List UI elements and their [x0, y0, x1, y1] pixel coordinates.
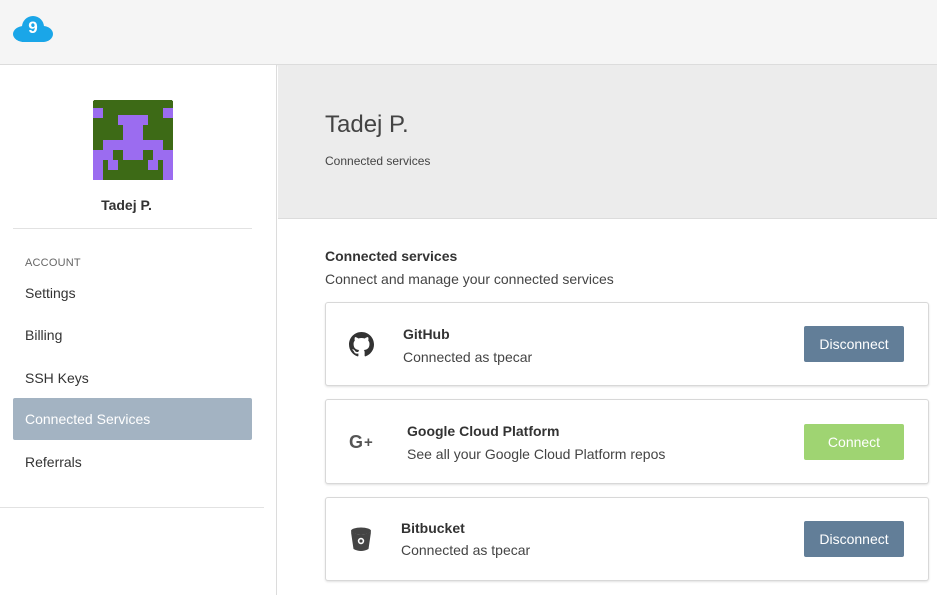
bitbucket-disconnect-button[interactable]: Disconnect — [804, 521, 904, 557]
section-title: Connected services — [325, 248, 458, 264]
content-area: Connected services Connect and manage yo… — [278, 219, 937, 595]
service-card-bitbucket: Bitbucket Connected as tpecar Disconnect — [325, 497, 929, 581]
service-status: See all your Google Cloud Platform repos — [407, 446, 666, 462]
service-card-google-cloud: G + Google Cloud Platform See all your G… — [325, 399, 929, 484]
page-title: Tadej P. — [325, 111, 409, 138]
cloud9-logo-icon[interactable]: 9 — [12, 15, 54, 43]
sidebar-item-referrals[interactable]: Referrals — [13, 441, 252, 483]
service-name: Bitbucket — [401, 520, 465, 536]
account-section-label: ACCOUNT — [25, 257, 81, 269]
sidebar-item-connected-services[interactable]: Connected Services — [13, 398, 252, 440]
google-cloud-connect-button[interactable]: Connect — [804, 424, 904, 460]
sidebar-item-billing[interactable]: Billing — [13, 314, 252, 356]
service-status: Connected as tpecar — [403, 349, 533, 365]
service-name: Google Cloud Platform — [407, 423, 560, 439]
bitbucket-icon — [351, 527, 371, 551]
google-plus-icon: G + — [349, 433, 373, 451]
page-subtitle: Connected services — [325, 154, 431, 168]
sidebar: Tadej P. ACCOUNT Settings Billing SSH Ke… — [0, 65, 277, 595]
sidebar-divider — [13, 228, 252, 229]
section-description: Connect and manage your connected servic… — [325, 271, 614, 287]
github-disconnect-button[interactable]: Disconnect — [804, 326, 904, 362]
svg-text:9: 9 — [28, 18, 37, 37]
avatar — [93, 100, 173, 180]
sidebar-item-ssh-keys[interactable]: SSH Keys — [13, 357, 252, 399]
sidebar-bottom-divider — [0, 507, 264, 508]
service-status: Connected as tpecar — [401, 542, 531, 558]
profile-name: Tadej P. — [101, 197, 152, 213]
github-icon — [349, 332, 374, 357]
svg-text:+: + — [364, 434, 373, 451]
service-name: GitHub — [403, 326, 450, 342]
page-header: Tadej P. Connected services — [278, 65, 937, 219]
top-header: 9 — [0, 0, 937, 65]
sidebar-item-settings[interactable]: Settings — [13, 272, 252, 314]
svg-text:G: G — [349, 433, 363, 451]
service-card-github: GitHub Connected as tpecar Disconnect — [325, 302, 929, 386]
